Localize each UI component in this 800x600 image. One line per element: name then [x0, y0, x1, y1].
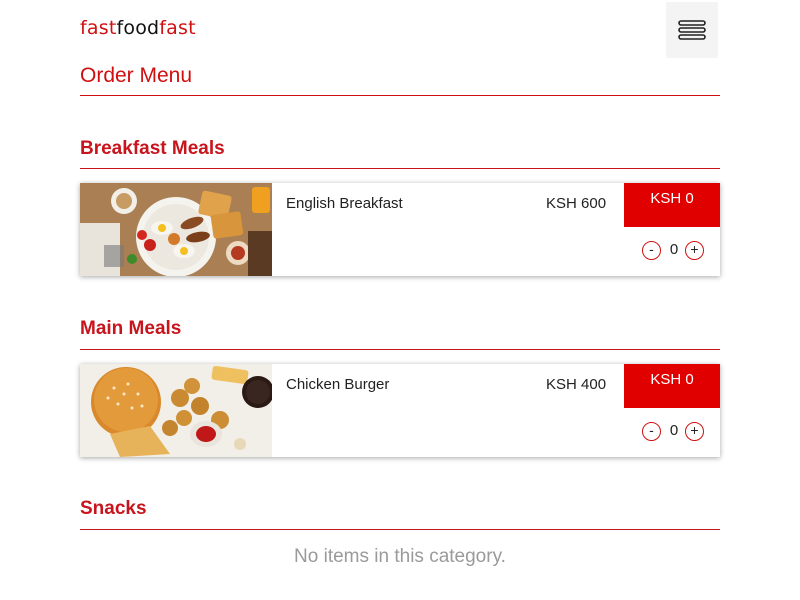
brand-logo-part-2: food — [116, 17, 160, 39]
menu-item-card: Chicken Burger KSH 400 KSH 0 - 0 + — [80, 364, 720, 457]
page-title: Order Menu — [80, 64, 193, 87]
english-breakfast-image — [80, 183, 272, 276]
menu-item-name: Chicken Burger — [286, 376, 390, 393]
decrement-quantity-button[interactable]: - — [642, 241, 661, 260]
brand-logo[interactable]: fastfoodfast — [80, 17, 196, 39]
section-title-main: Main Meals — [80, 318, 182, 339]
quantity-value: 0 — [669, 422, 679, 439]
chicken-burger-image — [80, 364, 272, 457]
menu-item-total: KSH 0 — [624, 183, 720, 227]
brand-logo-part-3: fast — [159, 17, 196, 39]
hamburger-menu-icon — [678, 20, 706, 40]
section-divider-main — [80, 349, 720, 350]
quantity-value: 0 — [669, 241, 679, 258]
section-divider-snacks — [80, 529, 720, 530]
brand-logo-part-1: fast — [80, 17, 117, 39]
increment-quantity-button[interactable]: + — [685, 422, 704, 441]
menu-item-price: KSH 600 — [546, 195, 607, 212]
decrement-quantity-button[interactable]: - — [642, 422, 661, 441]
increment-quantity-button[interactable]: + — [685, 241, 704, 260]
menu-item-price: KSH 400 — [546, 376, 607, 393]
section-title-snacks: Snacks — [80, 498, 147, 519]
section-divider-breakfast — [80, 168, 720, 169]
section-title-breakfast: Breakfast Meals — [80, 138, 225, 159]
menu-item-card: English Breakfast KSH 600 KSH 0 - 0 + — [80, 183, 720, 276]
empty-category-message: No items in this category. — [294, 546, 506, 567]
menu-item-name: English Breakfast — [286, 195, 403, 212]
page-title-divider — [80, 95, 720, 96]
menu-button[interactable] — [666, 2, 718, 58]
menu-item-total: KSH 0 — [624, 364, 720, 408]
